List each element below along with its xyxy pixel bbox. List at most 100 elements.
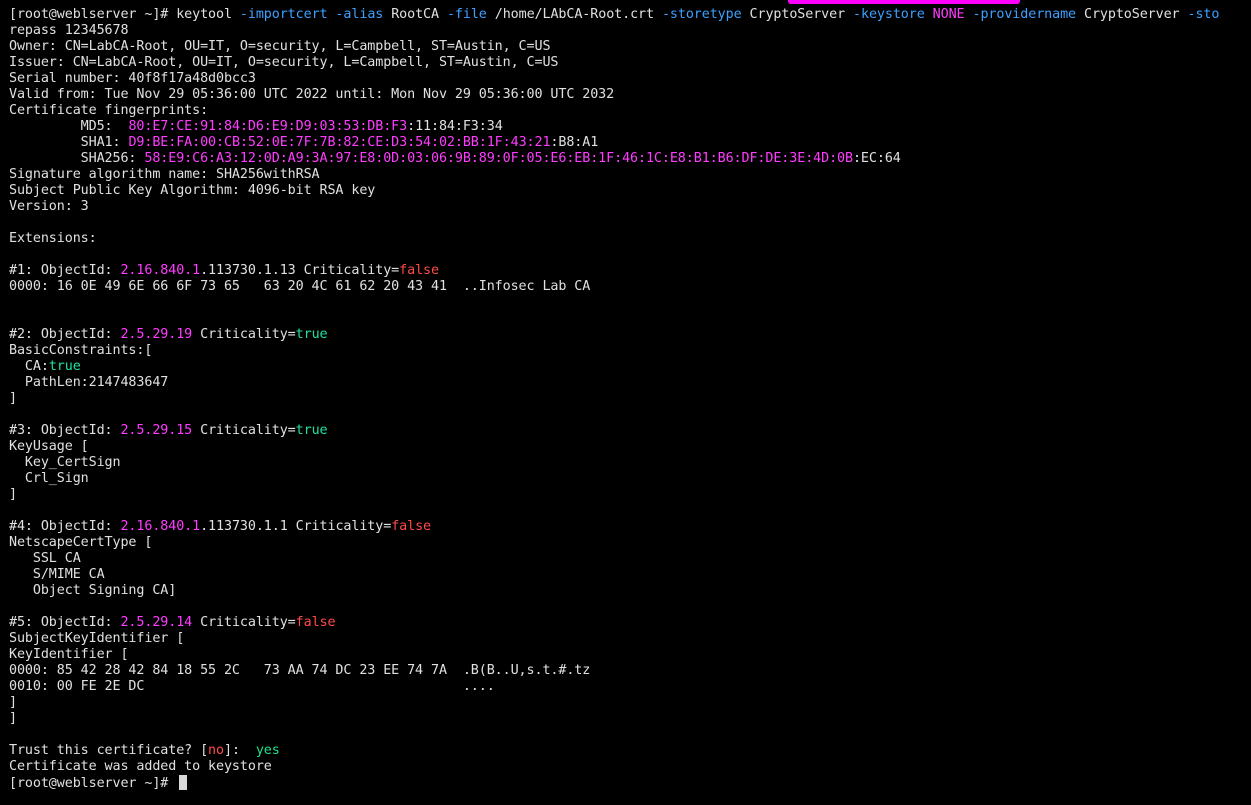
terminal-text-segment: false (391, 519, 431, 534)
terminal-text-segment: -providername (972, 7, 1077, 22)
terminal-line: #4: ObjectId: 2.16.840.1.113730.1.1 Crit… (9, 519, 1251, 535)
terminal-text-segment: 58:E9:C6:A3:12:0D:A9:3A:97:E8:0D:03:06:9… (144, 151, 853, 166)
terminal-text-segment: #1: ObjectId: (9, 263, 121, 278)
terminal-line: ] (9, 487, 1251, 503)
terminal-text-segment: RootCA (383, 7, 447, 22)
terminal-text-segment: SHA256: (9, 151, 145, 166)
terminal-line: Trust this certificate? [no]: yes (9, 743, 1251, 759)
terminal-line: #2: ObjectId: 2.5.29.19 Criticality=true (9, 327, 1251, 343)
terminal-text-segment: Version: 3 (9, 199, 89, 214)
terminal-text-segment: CryptoServer (1076, 7, 1188, 22)
terminal-text-segment: Key_CertSign (9, 455, 121, 470)
terminal-text-segment: -alias (335, 7, 384, 22)
terminal-line: Certificate was added to keystore (9, 759, 1251, 775)
terminal-line: Crl_Sign (9, 471, 1251, 487)
terminal-text-segment: 2.5.29.19 (120, 327, 193, 342)
terminal-line: [root@weblserver ~]# (9, 775, 1251, 791)
terminal-line: PathLen:2147483647 (9, 375, 1251, 391)
terminal-line: Serial number: 40f8f17a48d0bcc3 (9, 71, 1251, 87)
terminal-line: Owner: CN=LabCA-Root, OU=IT, O=security,… (9, 39, 1251, 55)
terminal-text-segment: no (208, 743, 224, 758)
terminal-text-segment: Subject Public Key Algorithm: 4096-bit R… (9, 183, 376, 198)
terminal-text-segment: 2.16.840.1 (120, 263, 201, 278)
terminal-window[interactable]: [root@weblserver ~]# keytool -importcert… (0, 0, 1251, 805)
terminal-line: NetscapeCertType [ (9, 535, 1251, 551)
terminal-text-segment: Criticality= (192, 423, 296, 438)
terminal-text-segment: MD5: (9, 119, 129, 134)
terminal-text-segment: #5: ObjectId: (9, 615, 121, 630)
terminal-text-segment: Certificate fingerprints: (9, 103, 209, 118)
terminal-text-segment: Criticality= (192, 327, 296, 342)
terminal-line: Version: 3 (9, 199, 1251, 215)
terminal-text-segment: SSL CA (9, 551, 81, 566)
terminal-text-segment: KeyIdentifier [ (9, 647, 129, 662)
terminal-text-segment: NetscapeCertType [ (9, 535, 153, 550)
terminal-line: Extensions: (9, 231, 1251, 247)
terminal-line: 0000: 85 42 28 42 84 18 55 2C 73 AA 74 D… (9, 663, 1251, 679)
terminal-text-segment: Certificate was added to keystore (9, 759, 272, 774)
terminal-text-segment: Owner: CN=LabCA-Root, OU=IT, O=security,… (9, 39, 551, 54)
terminal-text-segment: [root@weblserver ~]# (9, 776, 177, 791)
terminal-text-segment: 2.5.29.15 (120, 423, 193, 438)
terminal-text-segment: ]: (223, 743, 256, 758)
terminal-cursor (179, 775, 188, 790)
terminal-text-segment: SubjectKeyIdentifier [ (9, 631, 185, 646)
terminal-text-segment: SHA1: (9, 135, 129, 150)
terminal-text-segment: -importcert (239, 7, 328, 22)
terminal-text-segment: Serial number: 40f8f17a48d0bcc3 (9, 71, 256, 86)
terminal-text-segment: 0000: 85 42 28 42 84 18 55 2C 73 AA 74 D… (9, 663, 591, 678)
terminal-text-segment: CryptoServer (741, 7, 854, 22)
terminal-text-segment: #3: ObjectId: (9, 423, 121, 438)
terminal-line: ] (9, 391, 1251, 407)
terminal-text-segment: Criticality= (192, 615, 296, 630)
terminal-text-segment: false (399, 263, 439, 278)
terminal-text-segment: Valid from: Tue Nov 29 05:36:00 UTC 2022… (9, 87, 615, 102)
terminal-line: BasicConstraints:[ (9, 343, 1251, 359)
terminal-line: Certificate fingerprints: (9, 103, 1251, 119)
terminal-line: [root@weblserver ~]# keytool -importcert… (9, 7, 1251, 23)
terminal-line: #5: ObjectId: 2.5.29.14 Criticality=fals… (9, 615, 1251, 631)
terminal-text-segment: Signature algorithm name: SHA256withRSA (9, 167, 320, 182)
terminal-line: ] (9, 711, 1251, 727)
terminal-line: Subject Public Key Algorithm: 4096-bit R… (9, 183, 1251, 199)
terminal-output[interactable]: [root@weblserver ~]# keytool -importcert… (9, 7, 1251, 791)
terminal-text-segment: BasicConstraints:[ (9, 343, 153, 358)
terminal-text-segment: NONE (932, 7, 965, 22)
terminal-text-segment: yes (255, 743, 280, 758)
terminal-text-segment: repass 12345678 (9, 23, 129, 38)
terminal-text-segment: 80:E7:CE:91:84:D6:E9:D9:03:53:DB:F3 (128, 119, 408, 134)
terminal-text-segment: true (48, 359, 81, 374)
terminal-line: Signature algorithm name: SHA256withRSA (9, 167, 1251, 183)
terminal-text-segment: 2.5.29.14 (120, 615, 193, 630)
terminal-text-segment: true (295, 423, 328, 438)
terminal-text-segment: :EC:64 (852, 151, 901, 166)
terminal-line: S/MIME CA (9, 567, 1251, 583)
terminal-text-segment: ] (9, 695, 17, 710)
terminal-line: SubjectKeyIdentifier [ (9, 631, 1251, 647)
terminal-text-segment: 2.16.840.1 (120, 519, 201, 534)
terminal-text-segment: .113730.1.1 Criticality= (200, 519, 392, 534)
terminal-text-segment: KeyUsage [ (9, 439, 89, 454)
terminal-text-segment: S/MIME CA (9, 567, 105, 582)
terminal-text-segment: -storetype (661, 7, 742, 22)
terminal-line: MD5: 80:E7:CE:91:84:D6:E9:D9:03:53:DB:F3… (9, 119, 1251, 135)
terminal-line: SHA256: 58:E9:C6:A3:12:0D:A9:3A:97:E8:0D… (9, 151, 1251, 167)
terminal-line: ] (9, 695, 1251, 711)
terminal-text-segment: :11:84:F3:34 (407, 119, 503, 134)
window-indicator-bar (788, 0, 1020, 4)
terminal-text-segment: [root@weblserver ~]# keytool (9, 7, 240, 22)
terminal-text-segment: Crl_Sign (9, 471, 89, 486)
terminal-text-segment: -keystore (853, 7, 925, 22)
terminal-line: Issuer: CN=LabCA-Root, OU=IT, O=security… (9, 55, 1251, 71)
terminal-text-segment: #2: ObjectId: (9, 327, 121, 342)
terminal-line: #1: ObjectId: 2.16.840.1.113730.1.13 Cri… (9, 263, 1251, 279)
terminal-text-segment: .113730.1.13 Criticality= (200, 263, 400, 278)
terminal-text-segment: ] (9, 487, 17, 502)
terminal-text-segment: D9:BE:FA:00:CB:52:0E:7F:7B:82:CE:D3:54:0… (128, 135, 551, 150)
